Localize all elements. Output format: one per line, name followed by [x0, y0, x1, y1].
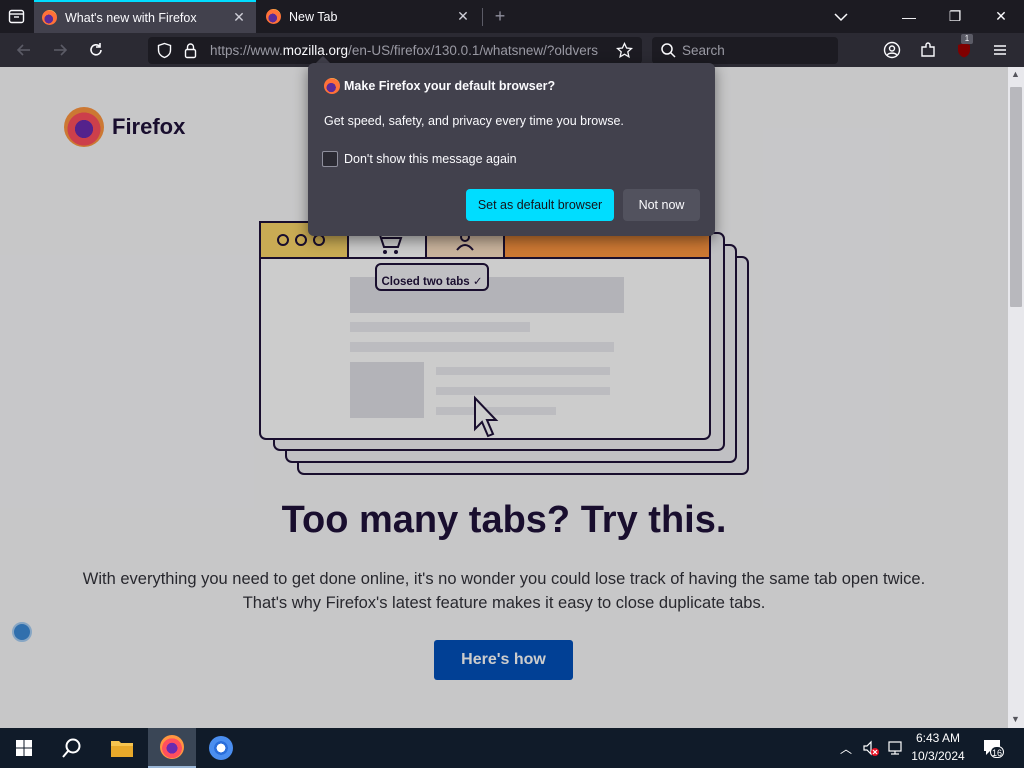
bookmark-star-icon[interactable]: [615, 41, 634, 59]
restore-button[interactable]: ❐: [932, 0, 978, 33]
close-tab-icon[interactable]: ✕: [454, 8, 472, 25]
not-now-button[interactable]: Not now: [623, 189, 700, 221]
tab-separator: [482, 8, 483, 26]
notification-count-badge: 16: [990, 746, 1004, 758]
taskbar-search-icon[interactable]: [48, 728, 96, 768]
taskbar-firefox-icon[interactable]: [148, 728, 196, 768]
windows-taskbar: ︿ 6:43 AM 10/3/2024 16: [0, 728, 1024, 768]
lock-icon[interactable]: [182, 42, 199, 59]
action-center-icon[interactable]: 16: [982, 738, 1006, 758]
tracking-protection-shield-icon[interactable]: [156, 42, 173, 59]
tab-strip: What's new with Firefox ✕ New Tab ✕ + — …: [0, 0, 1024, 33]
show-hidden-icons-chevron-icon[interactable]: ︿: [840, 740, 852, 757]
taskbar-date[interactable]: 10/3/2024: [908, 749, 968, 763]
url-path: /en-US/firefox/130.0.1/whatsnew/?oldvers: [348, 43, 598, 58]
navigation-toolbar: https://www.mozilla.org/en-US/firefox/13…: [0, 33, 1024, 67]
new-tab-button[interactable]: +: [490, 7, 510, 27]
windows-start-icon[interactable]: [0, 728, 48, 768]
taskbar-time[interactable]: 6:43 AM: [908, 731, 968, 745]
tab-whats-new[interactable]: What's new with Firefox ✕: [34, 0, 256, 33]
url-host: mozilla.org: [282, 43, 349, 58]
tab-title: New Tab: [289, 9, 338, 24]
search-bar[interactable]: Search: [652, 37, 838, 64]
default-browser-popup: Make Firefox your default browser? Get s…: [308, 63, 715, 236]
scroll-up-icon[interactable]: ▲: [1011, 69, 1020, 79]
file-explorer-icon[interactable]: [98, 728, 146, 768]
close-window-button[interactable]: ✕: [978, 0, 1024, 33]
close-tab-icon[interactable]: ✕: [230, 9, 248, 26]
tab-title: What's new with Firefox: [65, 10, 197, 25]
reload-icon[interactable]: [84, 38, 108, 62]
popup-description: Get speed, safety, and privacy every tim…: [324, 114, 624, 128]
tab-new-tab[interactable]: New Tab ✕: [258, 0, 480, 33]
ublock-extension-icon[interactable]: 1: [952, 34, 976, 62]
dont-show-again-checkbox[interactable]: [322, 151, 338, 167]
firefox-view-icon[interactable]: [8, 8, 25, 25]
scroll-down-icon[interactable]: ▼: [1011, 714, 1020, 724]
search-placeholder: Search: [682, 43, 725, 58]
page-scrollbar[interactable]: ▲ ▼: [1008, 67, 1024, 728]
popup-title: Make Firefox your default browser?: [344, 79, 556, 93]
volume-muted-icon[interactable]: [862, 739, 880, 757]
network-icon[interactable]: [886, 739, 904, 757]
list-all-tabs-chevron-icon[interactable]: [830, 7, 852, 27]
set-as-default-button[interactable]: Set as default browser: [466, 189, 614, 221]
dont-show-again-label[interactable]: Don't show this message again: [344, 152, 517, 166]
address-bar[interactable]: https://www.mozilla.org/en-US/firefox/13…: [148, 37, 642, 64]
extensions-puzzle-icon[interactable]: [916, 38, 940, 62]
url-prefix: https://www.: [210, 43, 283, 58]
forward-arrow-icon[interactable]: [48, 38, 72, 62]
firefox-logo-icon: [324, 78, 340, 94]
url-text[interactable]: https://www.mozilla.org/en-US/firefox/13…: [210, 43, 610, 58]
hamburger-menu-icon[interactable]: [988, 38, 1012, 62]
firefox-favicon-icon: [42, 10, 57, 25]
firefox-favicon-icon: [266, 9, 281, 24]
back-arrow-icon[interactable]: [12, 38, 36, 62]
taskbar-chromium-icon[interactable]: [197, 728, 245, 768]
scrollbar-thumb[interactable]: [1010, 87, 1022, 307]
minimize-button[interactable]: —: [886, 0, 932, 33]
account-icon[interactable]: [880, 38, 904, 62]
extension-badge: 1: [961, 34, 973, 44]
search-icon: [660, 42, 677, 59]
